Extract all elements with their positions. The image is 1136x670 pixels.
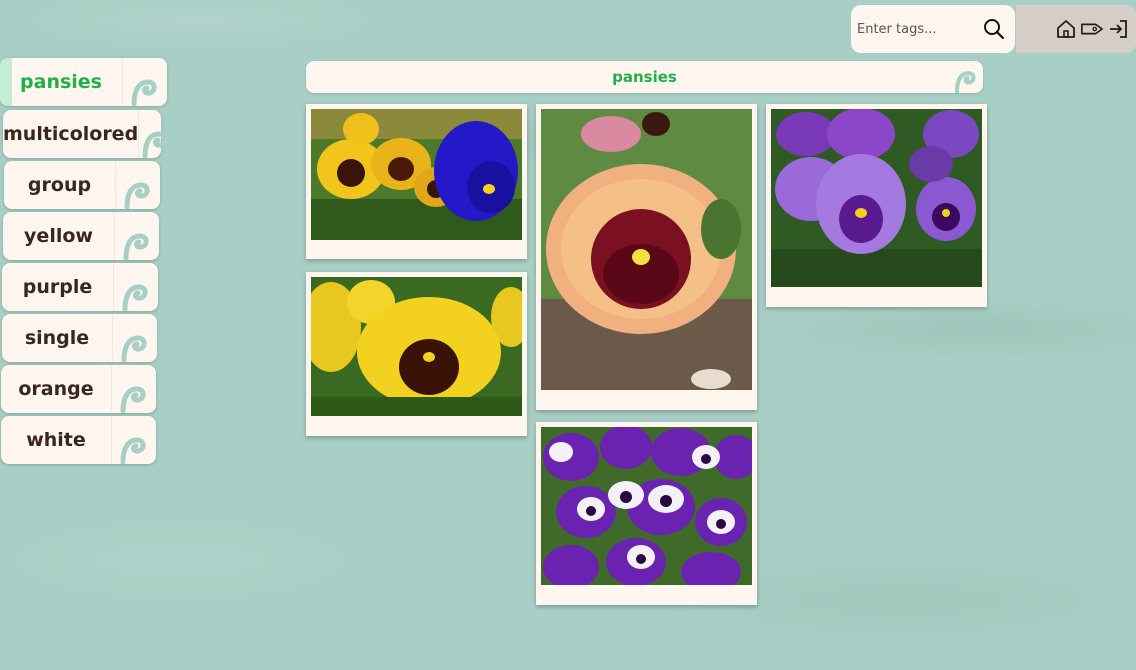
tag-white[interactable]: white <box>1 416 156 464</box>
tag-orange[interactable]: orange <box>1 365 156 413</box>
photo-multicolored-pansies <box>311 109 522 240</box>
tag-group[interactable]: group <box>4 161 160 209</box>
gallery-title: pansies <box>612 68 677 86</box>
tag-single[interactable]: single <box>2 314 157 362</box>
tag-label: orange <box>18 378 94 400</box>
curl-icon[interactable] <box>949 61 983 93</box>
search-input[interactable] <box>857 21 977 37</box>
toolbar <box>1016 5 1136 53</box>
tag-pansies[interactable]: pansies <box>0 58 167 106</box>
curl-icon <box>122 58 167 106</box>
tag-label: group <box>27 174 92 196</box>
photo-purple-pansies <box>771 109 982 287</box>
curl-icon <box>115 161 160 209</box>
photo-card[interactable] <box>536 422 757 605</box>
photo-card[interactable] <box>536 104 757 410</box>
photo-yellow-pansy <box>311 277 522 416</box>
tag-label: pansies <box>20 71 102 93</box>
active-indicator <box>0 58 12 106</box>
curl-icon <box>111 416 156 464</box>
curl-icon <box>112 314 157 362</box>
photo-group-pansies <box>541 427 752 585</box>
curl-icon <box>114 212 159 260</box>
photo-card[interactable] <box>306 104 527 259</box>
tag-label: yellow <box>24 225 93 247</box>
curl-icon <box>138 110 173 158</box>
gallery-title-bar: pansies <box>306 61 983 93</box>
search-box <box>851 5 1015 53</box>
search-icon[interactable] <box>983 18 1005 40</box>
tag-label: white <box>26 429 86 451</box>
tag-label: multicolored <box>3 123 139 145</box>
photo-card[interactable] <box>306 272 527 436</box>
photo-orange-pansy <box>541 109 752 390</box>
tag-label: single <box>24 327 90 349</box>
sign-in-icon[interactable] <box>1106 17 1130 41</box>
curl-icon <box>111 365 156 413</box>
tag-icon[interactable] <box>1080 17 1104 41</box>
home-icon[interactable] <box>1054 17 1078 41</box>
tag-purple[interactable]: purple <box>2 263 158 311</box>
photo-card[interactable] <box>766 104 987 307</box>
tag-multicolored[interactable]: multicolored <box>3 110 168 158</box>
curl-icon <box>113 263 158 311</box>
tag-label: purple <box>22 276 93 298</box>
tag-yellow[interactable]: yellow <box>3 212 159 260</box>
